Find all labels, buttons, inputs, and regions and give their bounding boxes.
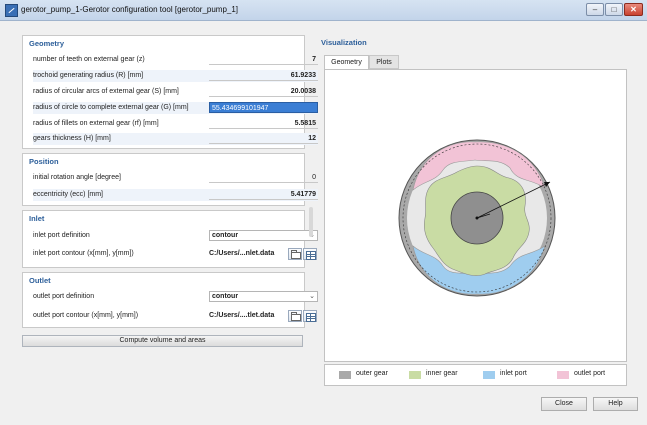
maximize-button[interactable]: □ bbox=[605, 3, 623, 16]
fillet-radius-label: radius of fillets on external gear (rf) … bbox=[33, 120, 159, 127]
close-window-button[interactable]: ✕ bbox=[624, 3, 643, 16]
geometry-row-arc-radius: radius of circular arcs of external gear… bbox=[33, 86, 318, 98]
position-section: Position initial rotation angle [degree]… bbox=[22, 153, 318, 206]
geometry-row-fillet-radius: radius of fillets on external gear (rf) … bbox=[33, 118, 318, 130]
table-icon bbox=[306, 313, 316, 322]
center-point bbox=[475, 216, 479, 220]
inlet-definition-value: contour bbox=[212, 232, 239, 239]
fillet-radius-field[interactable]: 5.5815 bbox=[209, 118, 318, 129]
geometry-row-complete-radius: radius of circle to complete external ge… bbox=[33, 102, 318, 114]
maximize-icon: □ bbox=[611, 5, 617, 14]
folder-icon bbox=[291, 312, 301, 321]
trochoid-radius-field[interactable]: 61.9233 bbox=[209, 70, 318, 81]
app-icon bbox=[5, 4, 18, 17]
legend-label-inner-gear: inner gear bbox=[426, 370, 458, 377]
scrollbar[interactable] bbox=[309, 207, 313, 237]
geometry-row-teeth: number of teeth on external gear (z) 7 bbox=[33, 54, 318, 66]
inlet-edit-table-button[interactable] bbox=[303, 248, 317, 260]
arc-radius-label: radius of circular arcs of external gear… bbox=[33, 88, 179, 95]
window-title: gerotor_pump_1-Gerotor configuration too… bbox=[21, 5, 239, 14]
folder-icon bbox=[291, 250, 301, 259]
inlet-row-definition: inlet port definition contour ⌄ bbox=[33, 230, 318, 242]
help-button[interactable]: Help bbox=[593, 397, 638, 411]
legend-swatch-outlet-port bbox=[557, 371, 569, 379]
gerotor-drawing bbox=[398, 139, 556, 297]
close-button[interactable]: Close bbox=[541, 397, 587, 411]
title-bar: gerotor_pump_1-Gerotor configuration too… bbox=[0, 0, 647, 21]
inlet-contour-path[interactable]: C:/Users/...nlet.data bbox=[209, 248, 287, 259]
chevron-down-icon: ⌄ bbox=[309, 293, 315, 300]
outlet-contour-path[interactable]: C:/Users/....tlet.data bbox=[209, 310, 287, 321]
teeth-label: number of teeth on external gear (z) bbox=[33, 56, 145, 63]
trochoid-radius-label: trochoid generating radius (R) [mm] bbox=[33, 72, 144, 79]
compute-volume-button[interactable]: Compute volume and areas bbox=[22, 335, 303, 347]
eccentricity-field[interactable]: 5.41779 bbox=[209, 189, 318, 200]
visualization-title: Visualization bbox=[321, 38, 367, 47]
geometry-row-trochoid-radius: trochoid generating radius (R) [mm] 61.9… bbox=[33, 70, 318, 82]
outlet-definition-value: contour bbox=[212, 293, 239, 300]
outlet-definition-select[interactable]: contour ⌄ bbox=[209, 291, 318, 302]
geometry-row-thickness: gears thickness (H) [mm] 12 bbox=[33, 133, 318, 145]
eccentricity-label: eccentricity (ecc) [mm] bbox=[33, 191, 104, 198]
legend-label-inlet-port: inlet port bbox=[500, 370, 527, 377]
arc-radius-field[interactable]: 20.0038 bbox=[209, 86, 318, 97]
table-icon bbox=[306, 251, 316, 260]
outlet-edit-table-button[interactable] bbox=[303, 310, 317, 322]
legend: outer gear inner gear inlet port outlet … bbox=[324, 364, 627, 386]
outlet-definition-label: outlet port definition bbox=[33, 293, 95, 300]
outlet-open-file-button[interactable] bbox=[288, 310, 302, 322]
inlet-definition-select[interactable]: contour ⌄ bbox=[209, 230, 318, 241]
inlet-definition-label: inlet port definition bbox=[33, 232, 90, 239]
rotation-angle-field[interactable]: 0 bbox=[209, 172, 318, 183]
legend-swatch-inlet-port bbox=[483, 371, 495, 379]
geometry-title: Geometry bbox=[29, 39, 65, 48]
tab-geometry[interactable]: Geometry bbox=[324, 55, 369, 69]
inlet-title: Inlet bbox=[29, 214, 45, 223]
close-icon: ✕ bbox=[630, 5, 637, 14]
legend-label-outer-gear: outer gear bbox=[356, 370, 388, 377]
outlet-row-definition: outlet port definition contour ⌄ bbox=[33, 291, 318, 303]
legend-swatch-inner-gear bbox=[409, 371, 421, 379]
outlet-title: Outlet bbox=[29, 276, 51, 285]
gerotor-visualization bbox=[324, 69, 627, 362]
legend-swatch-outer-gear bbox=[339, 371, 351, 379]
inlet-open-file-button[interactable] bbox=[288, 248, 302, 260]
tab-plots[interactable]: Plots bbox=[369, 55, 399, 69]
outlet-row-contour: outlet port contour (x[mm], y[mm]) C:/Us… bbox=[33, 310, 318, 322]
inlet-row-contour: inlet port contour (x[mm], y[mm]) C:/Use… bbox=[33, 248, 318, 260]
inlet-contour-label: inlet port contour (x[mm], y[mm]) bbox=[33, 250, 134, 257]
complete-radius-label: radius of circle to complete external ge… bbox=[33, 104, 189, 111]
position-title: Position bbox=[29, 157, 59, 166]
legend-label-outlet-port: outlet port bbox=[574, 370, 606, 377]
position-row-rotation: initial rotation angle [degree] 0 bbox=[33, 172, 318, 184]
complete-radius-field[interactable]: 55.434699101947 bbox=[209, 102, 318, 113]
inlet-section: Inlet inlet port definition contour ⌄ in… bbox=[22, 210, 318, 268]
thickness-label: gears thickness (H) [mm] bbox=[33, 135, 111, 142]
outlet-section: Outlet outlet port definition contour ⌄ … bbox=[22, 272, 318, 328]
position-row-eccentricity: eccentricity (ecc) [mm] 5.41779 bbox=[33, 189, 318, 201]
rotation-angle-label: initial rotation angle [degree] bbox=[33, 174, 121, 181]
teeth-field[interactable]: 7 bbox=[209, 54, 318, 65]
minimize-button[interactable]: – bbox=[586, 3, 604, 16]
geometry-section: Geometry number of teeth on external gea… bbox=[22, 35, 318, 149]
minimize-icon: – bbox=[592, 5, 598, 14]
thickness-field[interactable]: 12 bbox=[209, 133, 318, 144]
outlet-contour-label: outlet port contour (x[mm], y[mm]) bbox=[33, 312, 139, 319]
